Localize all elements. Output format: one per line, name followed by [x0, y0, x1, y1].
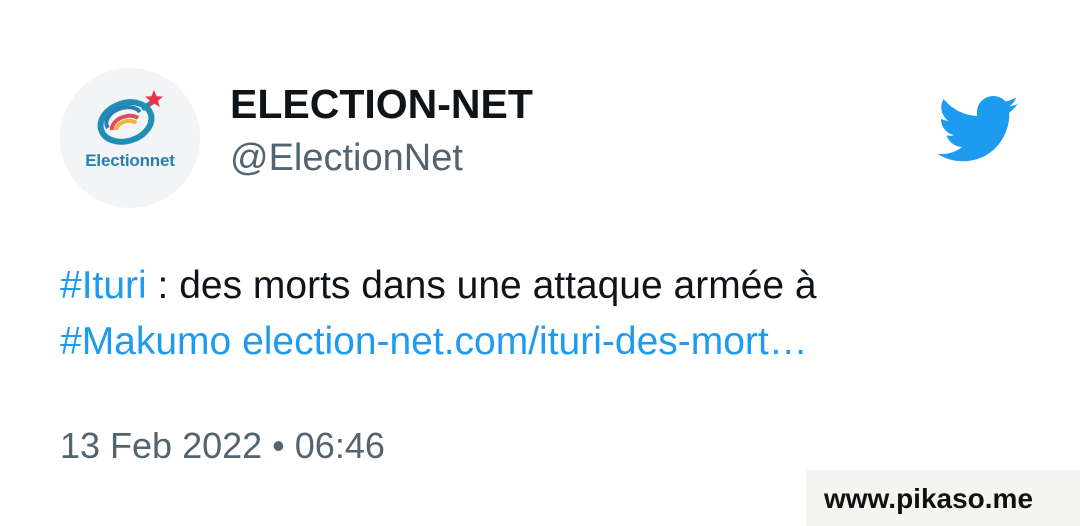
watermark-text[interactable]: www.pikaso.me	[824, 482, 1033, 516]
tweet-text-segment: : des morts dans une attaque armée à	[146, 264, 817, 307]
tweet-line-1: #Ituri : des morts dans une attaque armé…	[60, 258, 1020, 314]
display-name[interactable]: ELECTION-NET	[230, 80, 533, 128]
tweet-line-2: #Makumo election-net.com/ituri-des-mort…	[60, 314, 1020, 370]
watermark-box: www.pikaso.me	[806, 470, 1080, 526]
electionnet-logo-icon	[60, 68, 200, 208]
tweet-timestamp: 13 Feb 2022 • 06:46	[60, 425, 385, 466]
article-link[interactable]: election-net.com/ituri-des-mort…	[242, 320, 808, 363]
avatar-label: Electionnet	[85, 151, 175, 170]
avatar[interactable]: Electionnet	[60, 68, 200, 208]
hashtag-makumo-link[interactable]: #Makumo	[60, 320, 231, 363]
tweet-body: #Ituri : des morts dans une attaque armé…	[60, 258, 1020, 370]
tweet-card: Electionnet ELECTION-NET @ElectionNet #I…	[0, 0, 1080, 526]
user-handle[interactable]: @ElectionNet	[230, 135, 463, 181]
twitter-bird-icon[interactable]	[938, 96, 1020, 164]
hashtag-ituri-link[interactable]: #Ituri	[60, 264, 147, 307]
